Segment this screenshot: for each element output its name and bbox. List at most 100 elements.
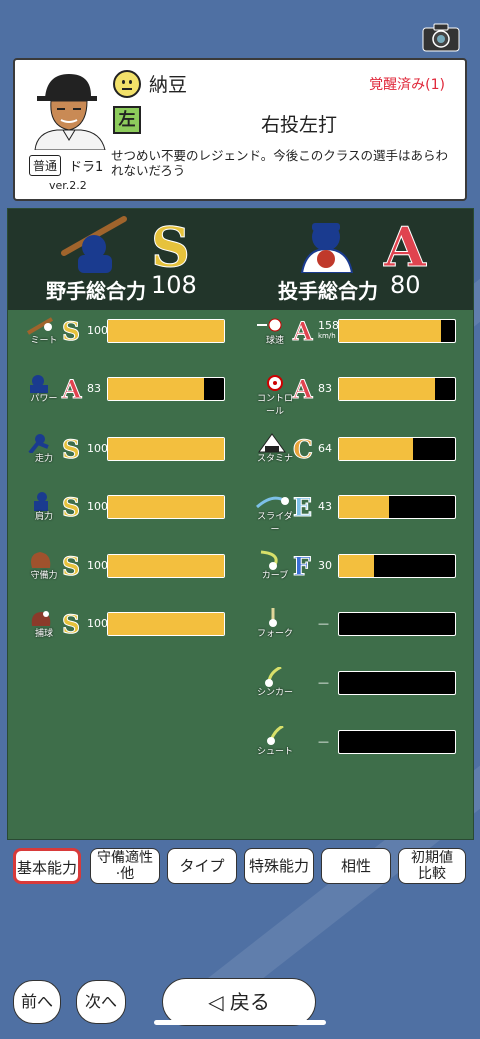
stat-row-meet: ミート S 100 — [24, 317, 234, 347]
tab-type[interactable]: タイプ — [167, 848, 237, 884]
stat-row-velocity: 球速 A 158 km/h — [255, 317, 465, 347]
stat-label: 捕球 — [34, 629, 53, 639]
stat-label: 肩力 — [34, 512, 53, 522]
stat-bar — [338, 730, 456, 754]
bat-throw: 右投左打 — [261, 114, 338, 136]
stat-grade: C — [293, 435, 314, 465]
player-description: せつめい不要のレジェンド。今後このクラスの選手はあらわれないだろう — [111, 148, 449, 178]
tab-special-ability[interactable]: 特殊能力 — [244, 848, 314, 884]
stat-grade: S — [61, 317, 81, 347]
stat-label: 守備力 — [30, 571, 58, 581]
stat-row-catch: 捕球 S 100 — [24, 610, 234, 640]
stat-bar — [338, 495, 456, 519]
stat-value: — — [318, 676, 329, 689]
stat-bar-fill — [108, 496, 224, 518]
stat-grade: S — [61, 435, 81, 465]
stat-row-slider: スライダー E 43 — [255, 493, 465, 535]
stat-label: スタミナ — [256, 454, 293, 464]
stat-bar — [107, 495, 225, 519]
stat-value: 100 — [87, 500, 108, 513]
next-button[interactable]: 次へ — [76, 980, 126, 1024]
stat-value: 30 — [318, 559, 332, 572]
stat-grade: S — [61, 552, 81, 582]
pitcher-overall-value: 80 — [390, 271, 421, 299]
home-indicator — [154, 1020, 326, 1025]
version-label: ver.2.2 — [49, 179, 87, 192]
stat-bar — [107, 319, 225, 343]
stat-label: ミート — [30, 336, 58, 346]
stat-label: 球速 — [265, 336, 284, 346]
stat-value: — — [318, 735, 329, 748]
rarity-badge: 普通 — [29, 155, 62, 176]
overall-header: S 野手総合力 108 A 投手総合力 80 — [8, 209, 473, 310]
stat-label: パワー — [30, 394, 58, 404]
tab-compatibility[interactable]: 相性 — [321, 848, 391, 884]
stat-grade: S — [61, 610, 81, 640]
camera-icon[interactable] — [422, 22, 460, 52]
neutral-face-icon — [113, 70, 141, 98]
stat-unit: km/h — [318, 332, 336, 340]
stat-row-speed: 走力 S 100 — [24, 434, 234, 465]
draft-label: ドラ1 — [69, 160, 104, 175]
stat-row-stamina: スタミナ C 64 — [255, 433, 465, 465]
stat-bar-fill — [339, 555, 374, 577]
stat-bar-fill — [339, 378, 436, 400]
stat-row-defense: 守備力 S 100 — [24, 552, 234, 582]
stat-row-curve: カーブ F 30 — [255, 550, 465, 582]
stat-row-control: コントロール A 83 — [255, 375, 465, 417]
pitcher-overall-grade: A — [384, 215, 427, 280]
back-button[interactable]: ◁ 戻る — [162, 978, 316, 1026]
stat-bar-fill — [108, 555, 224, 577]
stat-value: 100 — [87, 442, 108, 455]
player-name: 納豆 — [149, 74, 188, 96]
stat-value: 83 — [87, 382, 101, 395]
stat-bar-fill — [339, 320, 442, 342]
stat-value: 43 — [318, 500, 332, 513]
stats-panel: S 野手総合力 108 A 投手総合力 80 ミート S 100 パワー A 8… — [7, 208, 474, 840]
fielder-overall-grade: S — [151, 215, 191, 280]
stat-row-power: パワー A 83 — [24, 375, 234, 405]
stat-bar — [107, 612, 225, 636]
tab-basic-ability[interactable]: 基本能力 — [13, 848, 81, 884]
prev-button[interactable]: 前へ — [13, 980, 61, 1024]
tab-defense-aptitude[interactable]: 守備適性 ·他 — [90, 848, 160, 884]
stat-row-fork: フォーク — — [255, 608, 465, 639]
player-card: 納豆 覚醒済み(1) 左 右投左打 普通 ドラ1 せつめい不要のレジェンド。今後… — [13, 58, 467, 201]
stat-bar — [338, 671, 456, 695]
stat-row-shoot: シュート — — [255, 724, 465, 757]
tab-initial-compare[interactable]: 初期値 比較 — [398, 848, 466, 884]
stat-grade: A — [61, 375, 82, 405]
stat-bar-fill — [108, 378, 205, 400]
stat-value: 64 — [318, 442, 332, 455]
stat-label: フォーク — [256, 629, 293, 639]
stat-value: 158 — [318, 319, 339, 332]
stat-grade: A — [292, 375, 313, 405]
fielder-overall-value: 108 — [151, 271, 197, 299]
stat-bar-fill — [108, 613, 224, 635]
stat-bar — [107, 437, 225, 461]
stat-value: — — [318, 617, 329, 630]
stat-bar-fill — [339, 438, 414, 460]
pitcher-overall-label: 投手総合力 — [278, 279, 378, 303]
stat-bar — [338, 612, 456, 636]
stat-label: コントロール — [256, 394, 293, 417]
stat-label: スライダー — [257, 512, 293, 535]
stat-bar — [338, 377, 456, 401]
stat-grade: E — [292, 493, 313, 523]
stat-label: カーブ — [261, 571, 289, 581]
stat-bar-fill — [108, 320, 224, 342]
stat-label: シュート — [256, 747, 293, 757]
stat-value: 100 — [87, 559, 108, 572]
stat-row-sinker: シンカー — — [255, 665, 465, 698]
hand-badge: 左 — [113, 106, 141, 134]
stat-value: 83 — [318, 382, 332, 395]
batter-icon — [54, 213, 132, 273]
stat-bar-fill — [339, 496, 389, 518]
stat-value: 100 — [87, 617, 108, 630]
stat-bar — [338, 319, 456, 343]
stat-bar — [338, 554, 456, 578]
stat-grade: F — [293, 552, 312, 582]
stat-bar — [338, 437, 456, 461]
stat-grade: A — [292, 317, 313, 347]
stat-grade: S — [61, 493, 81, 523]
